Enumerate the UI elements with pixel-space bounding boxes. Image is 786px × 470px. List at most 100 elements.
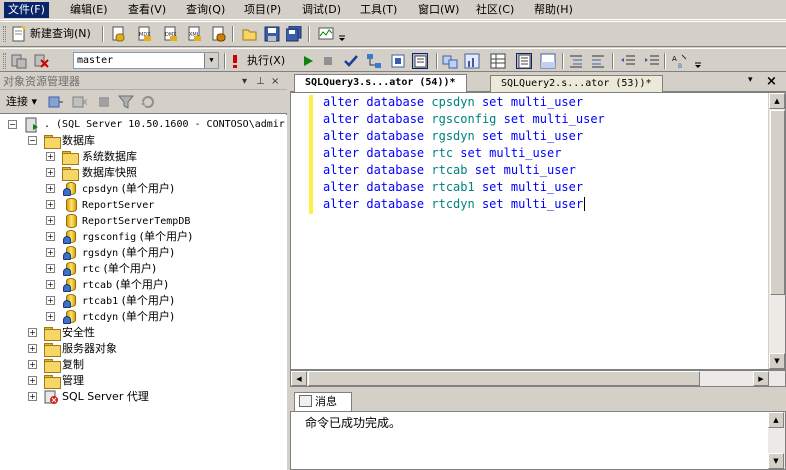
- tree-node-database[interactable]: + rtcab (单个用户): [0, 277, 287, 293]
- expand-icon[interactable]: +: [28, 392, 37, 401]
- code-line[interactable]: alter database rtc set multi_user: [323, 145, 561, 162]
- editor-horizontal-scrollbar[interactable]: ◀ ▶: [290, 370, 786, 387]
- expand-icon[interactable]: +: [46, 184, 55, 193]
- scroll-right-icon[interactable]: ▶: [753, 371, 769, 386]
- display-plan-icon[interactable]: [366, 53, 382, 69]
- messages-vertical-scrollbar[interactable]: ▲ ▼: [768, 412, 785, 469]
- results-to-grid-icon[interactable]: [490, 53, 506, 69]
- tab-sqlquery2[interactable]: SQLQuery2.s...ator (53))*: [490, 75, 663, 92]
- scrollbar-thumb[interactable]: [308, 371, 700, 386]
- results-to-file-icon[interactable]: [516, 53, 532, 69]
- collapse-icon[interactable]: −: [8, 120, 17, 129]
- toolbar-overflow-icon[interactable]: [338, 26, 346, 42]
- dmx-query-icon[interactable]: DMX: [162, 26, 178, 42]
- expand-icon[interactable]: +: [28, 328, 37, 337]
- debug-play-icon[interactable]: [300, 53, 316, 69]
- database-engine-query-icon[interactable]: [110, 26, 126, 42]
- code-line[interactable]: alter database rtcdyn set multi_user: [323, 196, 586, 213]
- expand-icon[interactable]: +: [28, 344, 37, 353]
- scroll-down-icon[interactable]: ▼: [769, 353, 785, 369]
- scroll-up-icon[interactable]: ▲: [769, 93, 785, 109]
- tree-node-sql-server-agent[interactable]: + SQL Server 代理: [0, 389, 287, 405]
- menu-view[interactable]: 查看(V): [124, 2, 170, 18]
- tree-node-database[interactable]: + rtc (单个用户): [0, 261, 287, 277]
- menu-debug[interactable]: 调试(D): [298, 2, 345, 18]
- parse-checkmark-icon[interactable]: [343, 53, 359, 69]
- include-plan-icon[interactable]: [442, 53, 458, 69]
- menu-help[interactable]: 帮助(H): [530, 2, 577, 18]
- collapse-icon[interactable]: −: [28, 136, 37, 145]
- change-connection-icon[interactable]: [34, 53, 50, 69]
- expand-icon[interactable]: +: [46, 232, 55, 241]
- tree-node-database[interactable]: + rgsdyn (单个用户): [0, 245, 287, 261]
- menu-project[interactable]: 项目(P): [240, 2, 285, 18]
- tree-node-server[interactable]: − . (SQL Server 10.50.1600 - CONTOSO\adm…: [0, 117, 287, 133]
- query-editor[interactable]: alter database cpsdyn set multi_user alt…: [290, 92, 786, 370]
- tree-node-database[interactable]: + rtcdyn (单个用户): [0, 309, 287, 325]
- toolbar-grip[interactable]: [3, 53, 6, 69]
- expand-icon[interactable]: +: [46, 248, 55, 257]
- chevron-down-icon[interactable]: ▼: [204, 53, 218, 68]
- menu-window[interactable]: 窗口(W): [414, 2, 463, 18]
- sqlce-query-icon[interactable]: [210, 26, 226, 42]
- expand-icon[interactable]: +: [46, 216, 55, 225]
- auto-hide-pin-icon[interactable]: ⊥: [256, 73, 265, 90]
- tree-node-databases[interactable]: − 数据库: [0, 133, 287, 149]
- connect-icon[interactable]: [11, 53, 27, 69]
- new-query-button[interactable]: 新建查询(N): [30, 26, 91, 42]
- expand-icon[interactable]: +: [46, 152, 55, 161]
- execute-button[interactable]: 执行(X): [247, 53, 285, 69]
- menu-tools[interactable]: 工具(T): [356, 2, 401, 18]
- decrease-indent-icon[interactable]: [620, 53, 636, 69]
- refresh-icon[interactable]: [140, 94, 156, 110]
- code-line[interactable]: alter database rtcab1 set multi_user: [323, 179, 583, 196]
- open-file-icon[interactable]: [242, 26, 258, 42]
- results-to-text-icon[interactable]: [412, 53, 428, 69]
- comment-lines-icon[interactable]: [568, 53, 584, 69]
- available-databases-dropdown[interactable]: master ▼: [73, 52, 219, 69]
- expand-icon[interactable]: +: [46, 264, 55, 273]
- stop-icon[interactable]: [96, 94, 112, 110]
- code-line[interactable]: alter database rgsdyn set multi_user: [323, 128, 583, 145]
- code-line[interactable]: alter database cpsdyn set multi_user: [323, 94, 583, 111]
- tree-node-database[interactable]: + rtcab1 (单个用户): [0, 293, 287, 309]
- tree-node-system-databases[interactable]: + 系统数据库: [0, 149, 287, 165]
- editor-vertical-scrollbar[interactable]: ▲ ▼: [768, 93, 785, 369]
- save-all-icon[interactable]: [285, 25, 302, 42]
- menu-query[interactable]: 查询(Q): [182, 2, 229, 18]
- toolbar-grip[interactable]: [3, 26, 6, 42]
- scroll-left-icon[interactable]: ◀: [291, 371, 307, 386]
- scroll-up-icon[interactable]: ▲: [768, 412, 784, 428]
- close-icon[interactable]: ×: [271, 73, 279, 90]
- tree-node-management[interactable]: + 管理: [0, 373, 287, 389]
- tab-sqlquery3[interactable]: SQLQuery3.s...ator (54))*: [294, 74, 467, 93]
- disconnect-icon[interactable]: [72, 94, 88, 110]
- expand-icon[interactable]: +: [46, 312, 55, 321]
- uncomment-lines-icon[interactable]: [590, 53, 606, 69]
- tree-node-server-objects[interactable]: + 服务器对象: [0, 341, 287, 357]
- scroll-down-icon[interactable]: ▼: [768, 453, 784, 469]
- filter-icon[interactable]: [117, 94, 135, 110]
- connect-dropdown-button[interactable]: 连接 ▾: [6, 94, 37, 110]
- tab-messages[interactable]: 消息: [294, 392, 352, 411]
- expand-icon[interactable]: +: [46, 280, 55, 289]
- tree-node-database[interactable]: + ReportServer: [0, 197, 287, 213]
- menu-community[interactable]: 社区(C): [472, 2, 518, 18]
- save-icon[interactable]: [264, 26, 280, 42]
- tree-node-security[interactable]: + 安全性: [0, 325, 287, 341]
- active-files-chevron-icon[interactable]: ▾: [748, 75, 764, 91]
- connect-object-explorer-icon[interactable]: [48, 94, 64, 110]
- code-line[interactable]: alter database rtcab set multi_user: [323, 162, 576, 179]
- menu-file[interactable]: 文件(F): [4, 2, 49, 18]
- cancel-query-stop-icon[interactable]: [320, 53, 336, 69]
- activity-monitor-icon[interactable]: [318, 26, 334, 42]
- xmla-query-icon[interactable]: XML: [186, 26, 202, 42]
- scrollbar-thumb[interactable]: [770, 110, 785, 295]
- close-document-icon[interactable]: ×: [766, 74, 782, 90]
- expand-icon[interactable]: +: [46, 296, 55, 305]
- tree-node-replication[interactable]: + 复制: [0, 357, 287, 373]
- tree-node-database[interactable]: + ReportServerTempDB: [0, 213, 287, 229]
- code-line[interactable]: alter database rgsconfig set multi_user: [323, 111, 605, 128]
- tree-node-database[interactable]: + cpsdyn (单个用户): [0, 181, 287, 197]
- expand-icon[interactable]: +: [46, 200, 55, 209]
